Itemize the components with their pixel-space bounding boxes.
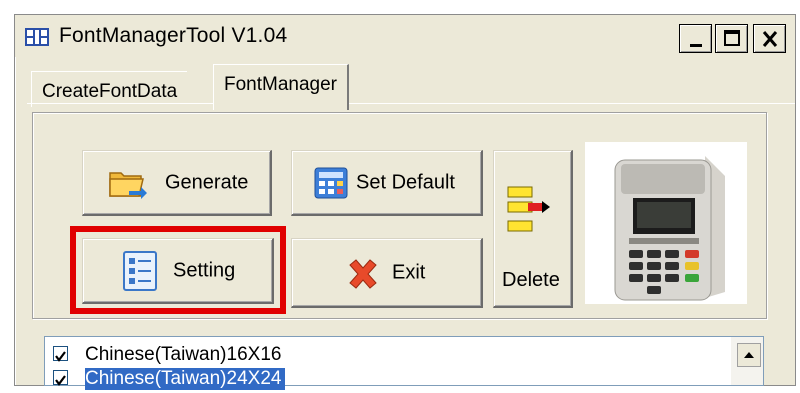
tab-divider xyxy=(27,103,795,104)
checkbox[interactable] xyxy=(53,370,68,386)
minimize-button[interactable] xyxy=(679,24,712,53)
tab-label: CreateFontData xyxy=(42,81,178,102)
pos-terminal-image xyxy=(585,142,747,304)
app-logo-icon xyxy=(25,28,49,46)
close-button[interactable] xyxy=(753,24,786,53)
exit-button[interactable]: Exit xyxy=(291,238,483,308)
list-item[interactable]: Chinese(Taiwan)24X24 xyxy=(53,365,733,391)
checkbox[interactable] xyxy=(53,346,68,362)
yellow-blocks-arrow-icon xyxy=(507,186,550,232)
set-default-label: Set Default xyxy=(356,171,455,193)
maximize-button[interactable] xyxy=(715,24,748,53)
list-item-label: Chinese(Taiwan)16X16 xyxy=(85,344,282,365)
calculator-grid-icon xyxy=(314,167,348,199)
setting-highlight-box xyxy=(70,226,286,314)
maximize-icon xyxy=(724,30,740,46)
arrow-up-icon xyxy=(744,352,754,358)
delete-label: Delete xyxy=(502,269,560,291)
scroll-up-button[interactable] xyxy=(737,343,761,367)
list-item[interactable]: Chinese(Taiwan)16X16 xyxy=(53,341,733,367)
list-item-label: Chinese(Taiwan)24X24 xyxy=(85,368,286,390)
minimize-icon xyxy=(690,44,702,47)
checkmark-icon xyxy=(55,375,66,386)
checkmark-icon xyxy=(55,351,66,362)
delete-button[interactable]: Delete xyxy=(493,150,573,308)
title-bar: FontManagerTool V1.04 xyxy=(15,15,795,57)
tab-strip: CreateFontData FontManager xyxy=(25,59,795,110)
set-default-button[interactable]: Set Default xyxy=(291,150,483,216)
tab-label: FontManager xyxy=(224,74,338,95)
window-title: FontManagerTool V1.04 xyxy=(59,24,288,47)
vertical-scrollbar[interactable] xyxy=(731,337,763,385)
close-icon xyxy=(762,31,778,47)
generate-label: Generate xyxy=(165,171,249,193)
exit-label: Exit xyxy=(392,261,426,283)
tab-fontmanager[interactable]: FontManager xyxy=(213,64,350,110)
folder-arrow-icon xyxy=(109,172,147,199)
generate-button[interactable]: Generate xyxy=(82,150,272,216)
red-x-icon xyxy=(349,259,377,289)
tab-createfontdata[interactable]: CreateFontData xyxy=(31,71,188,107)
